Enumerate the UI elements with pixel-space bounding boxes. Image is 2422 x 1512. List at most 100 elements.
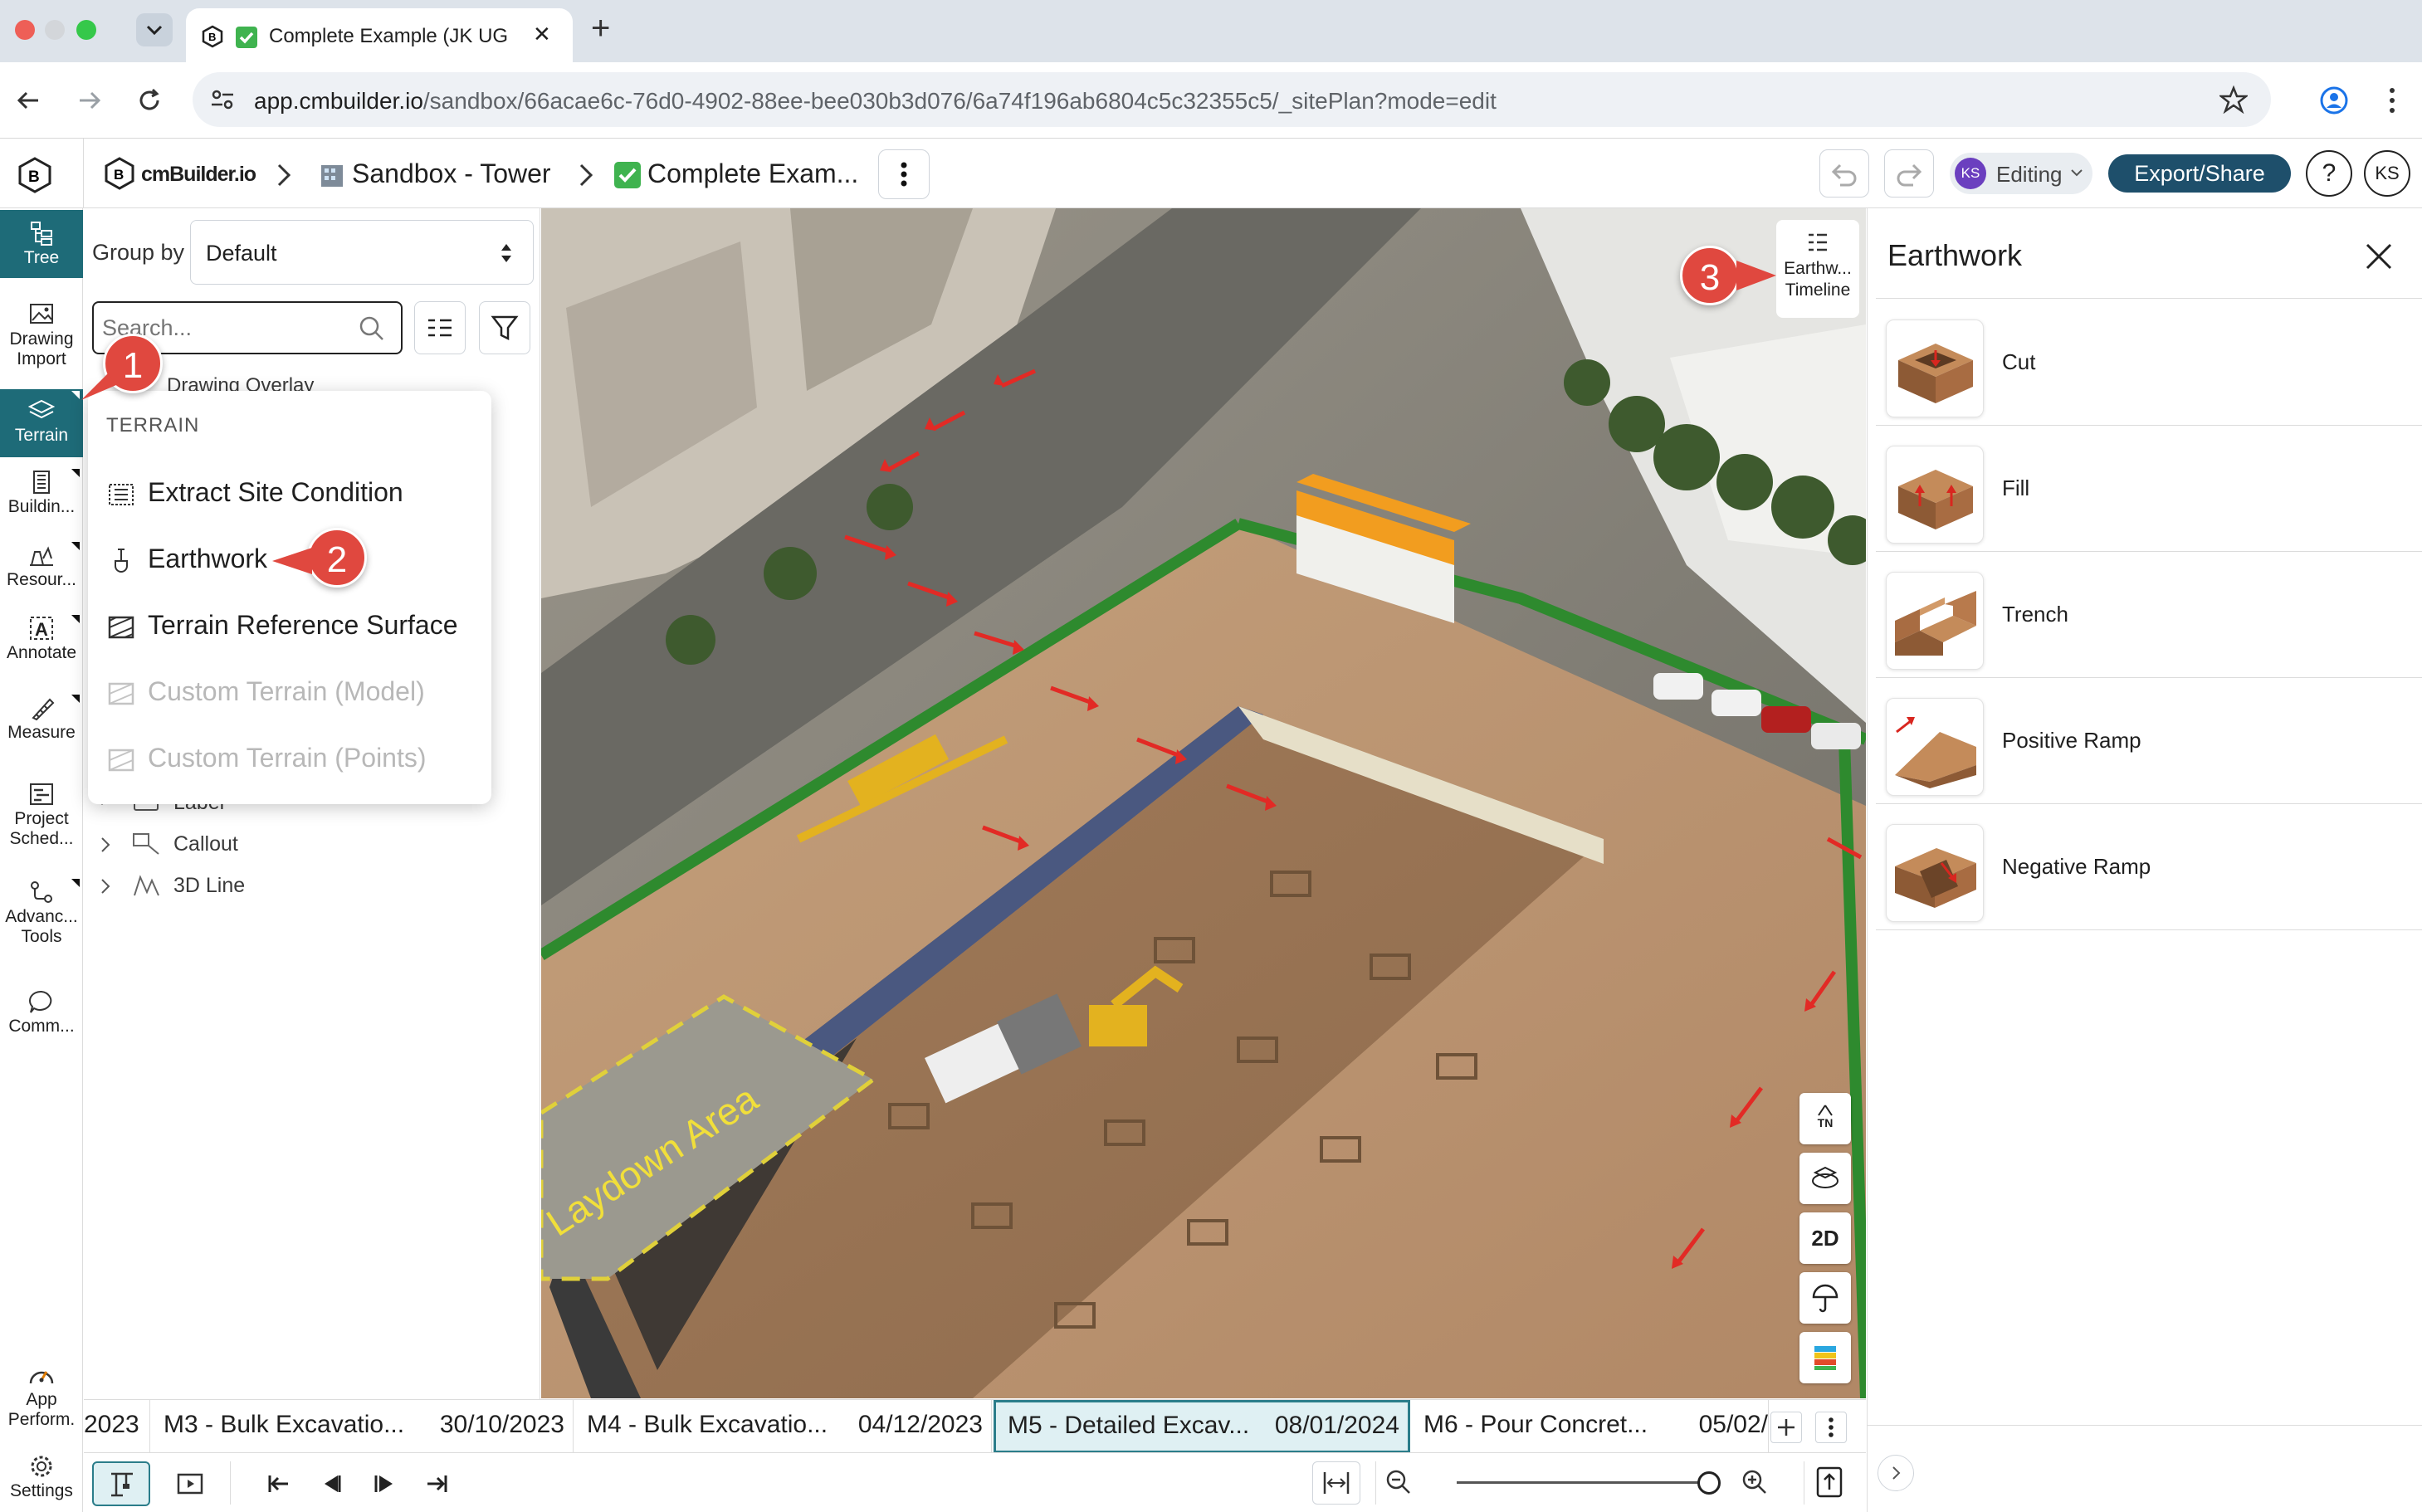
rail-annotate-button[interactable]: A Annotate bbox=[0, 615, 83, 681]
rail-tree-button[interactable]: Tree bbox=[0, 210, 83, 278]
view-cube-button[interactable] bbox=[1799, 1153, 1851, 1204]
rail-measure-button[interactable]: Measure bbox=[0, 695, 83, 761]
milestone-item[interactable]: 2023 bbox=[84, 1400, 150, 1453]
milestone-item-active[interactable]: M5 - Detailed Excav... 08/01/2024 bbox=[994, 1400, 1410, 1453]
rail-advanced-label-1: Advanc... bbox=[5, 907, 78, 926]
fit-width-button[interactable] bbox=[1312, 1461, 1360, 1505]
rail-advanced-tools-button[interactable]: Advanc... Tools bbox=[0, 879, 83, 958]
fit-width-icon bbox=[1323, 1472, 1350, 1494]
rail-buildings-button[interactable]: Buildin... bbox=[0, 469, 83, 535]
back-arrow-icon[interactable] bbox=[13, 85, 43, 115]
expand-panel-button[interactable] bbox=[1878, 1455, 1914, 1491]
zoom-slider-track[interactable] bbox=[1457, 1481, 1711, 1484]
rail-comments-label: Comm... bbox=[8, 1017, 75, 1036]
export-share-button[interactable]: Export/Share bbox=[2108, 154, 2291, 193]
kebab-menu-icon[interactable] bbox=[2384, 84, 2400, 117]
forward-arrow-icon[interactable] bbox=[75, 85, 105, 115]
skip-to-start-button[interactable] bbox=[255, 1461, 301, 1506]
breadcrumb-sandbox[interactable]: Sandbox - Tower bbox=[352, 159, 551, 189]
app-logo-icon[interactable]: B bbox=[17, 157, 53, 193]
sun-study-button[interactable] bbox=[1799, 1272, 1851, 1324]
layer-colors-button[interactable] bbox=[1799, 1332, 1851, 1383]
project-menu-button[interactable] bbox=[878, 149, 930, 199]
user-avatar-button[interactable]: KS bbox=[2364, 150, 2410, 197]
maximize-window-button[interactable] bbox=[76, 20, 96, 40]
chevron-right-icon bbox=[1892, 1466, 1901, 1480]
undo-button[interactable] bbox=[1819, 149, 1869, 198]
rail-settings-button[interactable]: Settings bbox=[0, 1453, 83, 1511]
zoom-in-button[interactable] bbox=[1732, 1461, 1780, 1505]
rail-drawing-import-button[interactable]: Drawing Import bbox=[0, 301, 83, 381]
menu-item-extract-site-condition[interactable]: Extract Site Condition bbox=[106, 477, 403, 508]
rail-perf-label-1: App bbox=[26, 1390, 57, 1409]
step-back-button[interactable] bbox=[308, 1461, 354, 1506]
menu-item-terrain-reference-surface[interactable]: Terrain Reference Surface bbox=[106, 610, 458, 641]
callout-pointer-icon bbox=[272, 548, 312, 574]
true-north-button[interactable]: TN bbox=[1799, 1093, 1851, 1144]
editing-mode-dropdown[interactable]: KS Editing bbox=[1950, 153, 2092, 194]
help-button[interactable]: ? bbox=[2306, 150, 2352, 197]
milestone-item[interactable]: M3 - Bulk Excavatio... 30/10/2023 bbox=[152, 1400, 574, 1453]
rail-app-performance-button[interactable]: App Perform. bbox=[0, 1362, 83, 1438]
callout-marker-3: 3 bbox=[1680, 246, 1740, 305]
sort-list-button[interactable] bbox=[414, 301, 466, 354]
site-view-toggle[interactable] bbox=[92, 1461, 150, 1506]
svg-text:B: B bbox=[28, 168, 40, 186]
earthwork-tool-negative-ramp[interactable]: Negative Ramp bbox=[1876, 806, 2422, 930]
menu-item-custom-terrain-points: Custom Terrain (Points) bbox=[106, 743, 427, 773]
earthwork-tool-positive-ramp[interactable]: Positive Ramp bbox=[1876, 680, 2422, 804]
chevron-right-icon bbox=[101, 879, 110, 894]
skip-to-end-button[interactable] bbox=[414, 1461, 461, 1506]
breadcrumb-project[interactable]: Complete Exam... bbox=[647, 159, 858, 189]
browser-tab-active[interactable]: B Complete Example (JK UG ✕ bbox=[186, 8, 573, 62]
milestone-menu-button[interactable] bbox=[1815, 1412, 1847, 1443]
milestone-item[interactable]: M4 - Bulk Excavatio... 04/12/2023 bbox=[575, 1400, 992, 1453]
search-icon[interactable] bbox=[358, 315, 386, 343]
new-tab-button[interactable]: + bbox=[591, 10, 610, 47]
submenu-indicator-icon bbox=[71, 542, 80, 550]
profile-icon[interactable] bbox=[2319, 85, 2349, 115]
milestone-item[interactable]: M6 - Pour Concret... 05/02/ bbox=[1412, 1400, 1769, 1453]
group-by-select[interactable]: Default bbox=[190, 220, 534, 285]
bookmark-star-icon[interactable] bbox=[2219, 85, 2248, 114]
true-north-label: TN bbox=[1817, 1116, 1834, 1129]
presentation-toggle[interactable] bbox=[167, 1461, 213, 1506]
chevron-right-icon bbox=[579, 163, 593, 187]
add-milestone-button[interactable] bbox=[1770, 1412, 1802, 1443]
custom-terrain-icon bbox=[108, 682, 134, 705]
play-button[interactable] bbox=[361, 1461, 408, 1506]
earthwork-tool-cut[interactable]: Cut bbox=[1876, 301, 2422, 426]
3d-site-viewport[interactable]: Laydown Area Earthw... Timeline TN 2D bbox=[541, 208, 1866, 1398]
menu-item-earthwork[interactable]: Earthwork bbox=[106, 544, 267, 574]
address-bar[interactable]: app.cmbuilder.io/sandbox/66acae6c-76d0-4… bbox=[193, 72, 2271, 127]
close-icon[interactable] bbox=[2362, 240, 2395, 273]
menu-item-label: Custom Terrain (Model) bbox=[148, 676, 425, 706]
filter-button[interactable] bbox=[479, 301, 530, 354]
minimize-window-button[interactable] bbox=[45, 20, 65, 40]
milestone-label: M5 - Detailed Excav... bbox=[1008, 1412, 1250, 1439]
site-settings-icon[interactable] bbox=[209, 86, 236, 113]
brand-name[interactable]: cmBuilder.io bbox=[141, 163, 256, 187]
zoom-slider-handle[interactable] bbox=[1697, 1471, 1721, 1495]
redo-button[interactable] bbox=[1884, 149, 1934, 198]
favicon-icon: B bbox=[202, 25, 223, 48]
rail-terrain-button[interactable]: Terrain bbox=[0, 389, 83, 457]
crane-icon bbox=[111, 1472, 133, 1497]
2d-view-button[interactable]: 2D bbox=[1799, 1212, 1851, 1264]
earthwork-tool-trench[interactable]: Trench bbox=[1876, 554, 2422, 678]
divider bbox=[1868, 1425, 2422, 1426]
playback-toolbar bbox=[84, 1452, 1866, 1512]
callout-marker-2: 2 bbox=[307, 528, 367, 588]
reload-icon[interactable] bbox=[134, 85, 164, 115]
menu-item-label: Terrain Reference Surface bbox=[148, 610, 458, 640]
tab-close-icon[interactable]: ✕ bbox=[533, 22, 551, 47]
earthwork-timeline-button[interactable]: Earthw... Timeline bbox=[1776, 220, 1859, 318]
tab-search-button[interactable] bbox=[136, 13, 173, 46]
earthwork-tool-fill[interactable]: Fill bbox=[1876, 427, 2422, 552]
zoom-out-button[interactable] bbox=[1375, 1461, 1423, 1505]
export-timeline-button[interactable] bbox=[1804, 1461, 1855, 1505]
rail-project-schedule-button[interactable]: Project Sched... bbox=[0, 781, 83, 861]
rail-comments-button[interactable]: Comm... bbox=[0, 988, 83, 1046]
close-window-button[interactable] bbox=[15, 20, 35, 40]
rail-resources-button[interactable]: Resour... bbox=[0, 542, 83, 608]
